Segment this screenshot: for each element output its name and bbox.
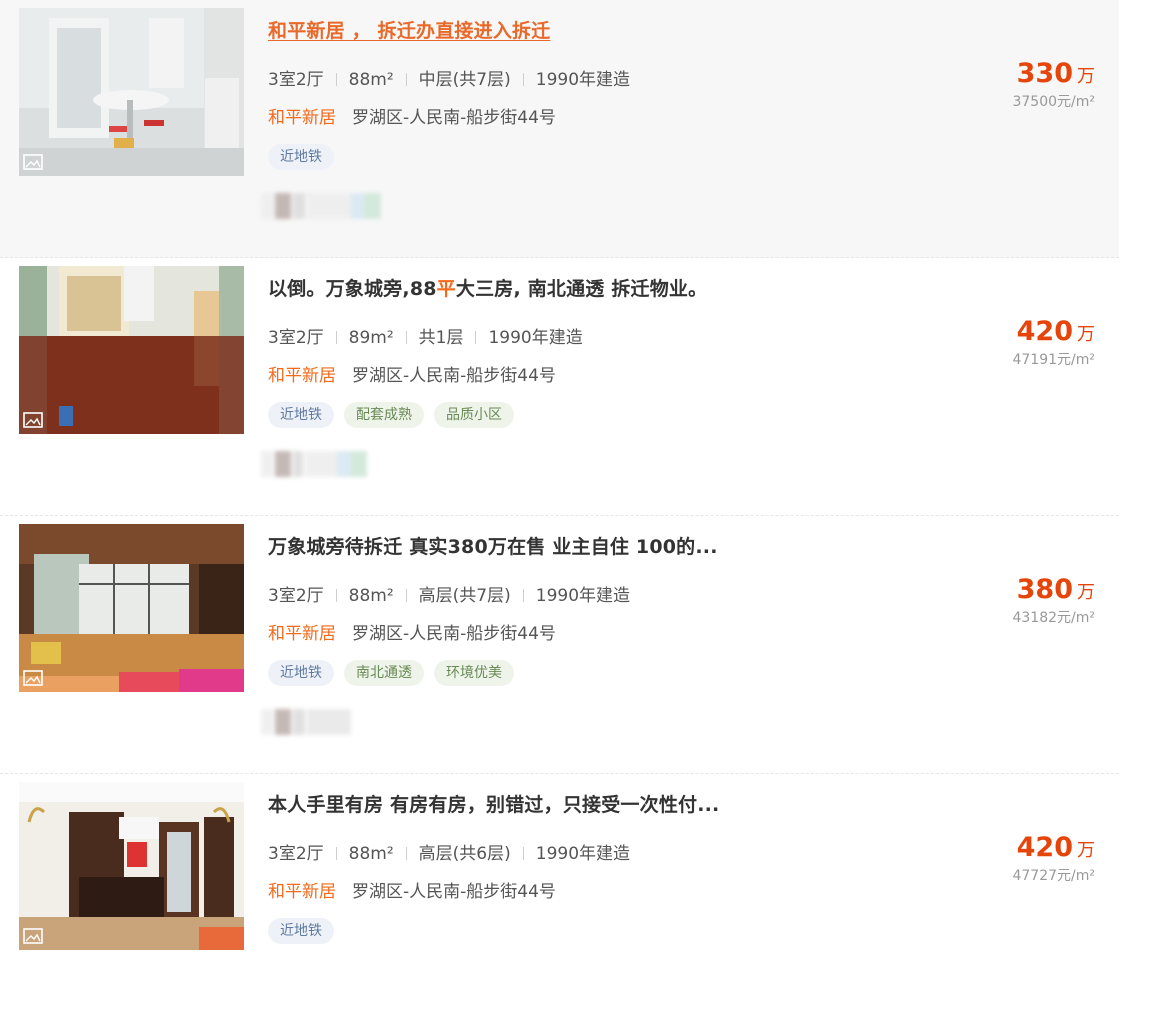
listing-specs: 3室2厅 88m² 高层(共7层) 1990年建造 [268,581,630,606]
price-unit: 万 [1077,66,1095,87]
room-layout: 3室2厅 [268,70,324,90]
price-unit: 万 [1077,582,1095,603]
tag-list: 近地铁 [268,918,344,944]
price-unit: 万 [1077,840,1095,861]
agent-info-blurred [261,707,381,737]
title-part: 以倒。万象城旁,88 [268,278,437,300]
room-layout: 3室2厅 [268,328,324,348]
price-block: 420 万 47727元/m² [1012,832,1095,885]
listing-photo[interactable] [19,8,244,176]
build-year: 1990年建造 [488,328,583,348]
room-layout: 3室2厅 [268,844,324,864]
tag: 配套成熟 [344,402,424,428]
room-layout: 3室2厅 [268,586,324,606]
listing-title[interactable]: 万象城旁待拆迁 真实380万在售 业主自住 100的... [268,532,718,559]
community-link[interactable]: 和平新居 [268,624,336,644]
floor: 中层(共7层) [418,70,511,90]
tag: 近地铁 [268,402,334,428]
area: 88m² [348,586,394,606]
price-block: 330 万 37500元/m² [1012,58,1095,111]
listing-item[interactable]: 和平新居 ， 拆迁办直接进入拆迁 3室2厅 88m² 中层(共7层) 1990年建造 … [0,0,1119,258]
floor: 高层(共6层) [418,844,511,864]
listing-item[interactable]: 万象城旁待拆迁 真实380万在售 业主自住 100的... 3室2厅 88m² 高层… [0,516,1119,774]
listing-location: 和平新居 罗湖区-人民南-船步街44号 [268,877,556,902]
listing-photo[interactable] [19,266,244,434]
listing-location: 和平新居 罗湖区-人民南-船步街44号 [268,361,556,386]
price-block: 420 万 47191元/m² [1012,316,1095,369]
listing-specs: 3室2厅 88m² 中层(共7层) 1990年建造 [268,65,630,90]
agent-info-blurred [261,449,381,479]
listing-list: 和平新居 ， 拆迁办直接进入拆迁 3室2厅 88m² 中层(共7层) 1990年建造 … [0,0,1119,1032]
listing-title[interactable]: 本人手里有房 有房有房，别错过，只接受一次性付... [268,790,719,817]
tag: 环境优美 [434,660,514,686]
photo-gallery-icon [23,928,43,944]
community-link[interactable]: 和平新居 [268,108,336,128]
listing-item[interactable]: 本人手里有房 有房有房，别错过，只接受一次性付... 3室2厅 88m² 高层(共6… [0,774,1119,1032]
listing-specs: 3室2厅 88m² 高层(共6层) 1990年建造 [268,839,630,864]
tag-list: 近地铁 [268,144,344,170]
address: 罗湖区-人民南-船步街44号 [352,882,556,902]
listing-item[interactable]: 以倒。万象城旁,88平大三房, 南北通透 拆迁物业。 3室2厅 89m² 共1层 19… [0,258,1119,516]
listing-title[interactable]: 以倒。万象城旁,88平大三房, 南北通透 拆迁物业。 [268,274,707,301]
tag: 近地铁 [268,918,334,944]
build-year: 1990年建造 [535,586,631,606]
listing-title[interactable]: 和平新居 ， 拆迁办直接进入拆迁 [268,16,550,43]
address: 罗湖区-人民南-船步街44号 [352,366,556,386]
listing-specs: 3室2厅 89m² 共1层 1990年建造 [268,323,583,348]
floor: 共1层 [418,328,464,348]
tag: 南北通透 [344,660,424,686]
listing-photo[interactable] [19,782,244,950]
area: 89m² [348,328,394,348]
price-unit: 万 [1077,324,1095,345]
floor: 高层(共7层) [418,586,511,606]
address: 罗湖区-人民南-船步街44号 [352,108,556,128]
unit-price: 37500元/m² [1012,94,1095,110]
agent-info-blurred [261,191,381,221]
tag: 品质小区 [434,402,514,428]
build-year: 1990年建造 [535,844,631,864]
listing-location: 和平新居 罗湖区-人民南-船步街44号 [268,619,556,644]
price-block: 380 万 43182元/m² [1012,574,1095,627]
listing-location: 和平新居 罗湖区-人民南-船步街44号 [268,103,556,128]
build-year: 1990年建造 [535,70,631,90]
total-price: 380 [1016,574,1073,605]
tag: 近地铁 [268,144,334,170]
community-link[interactable]: 和平新居 [268,882,336,902]
title-keyword: 平 [436,278,456,300]
total-price: 420 [1016,832,1073,863]
unit-price: 47727元/m² [1012,868,1095,884]
tag-list: 近地铁 配套成熟 品质小区 [268,402,524,428]
area: 88m² [348,844,394,864]
photo-gallery-icon [23,154,43,170]
unit-price: 47191元/m² [1012,352,1095,368]
total-price: 420 [1016,316,1073,347]
tag: 近地铁 [268,660,334,686]
photo-gallery-icon [23,412,43,428]
address: 罗湖区-人民南-船步街44号 [352,624,556,644]
photo-gallery-icon [23,670,43,686]
total-price: 330 [1016,58,1073,89]
tag-list: 近地铁 南北通透 环境优美 [268,660,524,686]
community-link[interactable]: 和平新居 [268,366,336,386]
listing-photo[interactable] [19,524,244,692]
area: 88m² [348,70,394,90]
title-part: 大三房, 南北通透 拆迁物业。 [455,278,708,300]
unit-price: 43182元/m² [1012,610,1095,626]
